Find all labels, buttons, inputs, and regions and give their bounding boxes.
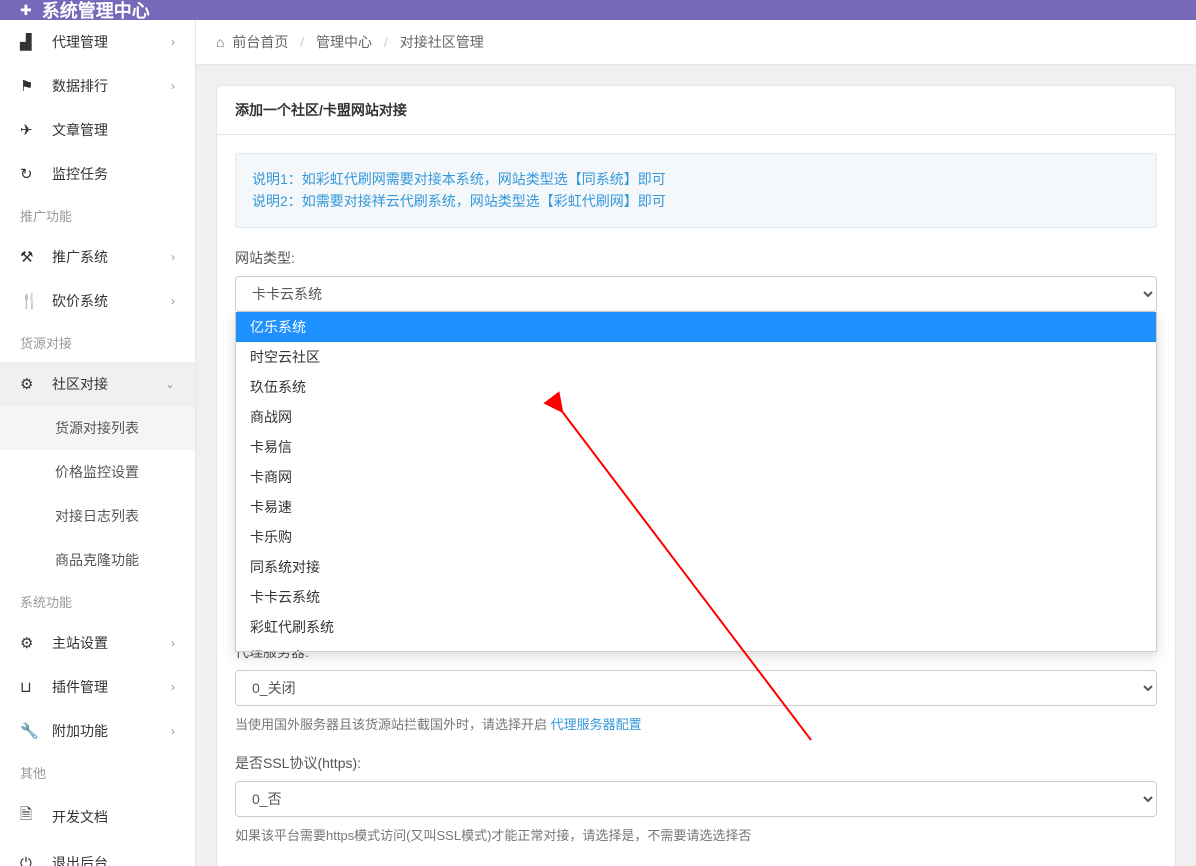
nav-label: 文章管理 (52, 120, 175, 140)
nav-label: 退出后台 (52, 853, 175, 866)
nav-item-推广功能-0[interactable]: ⚒ 推广系统 › (0, 235, 195, 279)
nav-label: 数据排行 (52, 76, 171, 96)
nav-item-系统功能-0[interactable]: ⚙ 主站设置 › (0, 621, 195, 665)
nav-item-系统功能-2[interactable]: 🔧 附加功能 › (0, 709, 195, 753)
chevron-right-icon: › (171, 35, 175, 49)
nav-section-title: 系统功能 (0, 582, 195, 621)
dropdown-option[interactable]: 卡卡云系统 (236, 582, 1156, 612)
nav-item-2[interactable]: ✈ 文章管理 (0, 108, 195, 152)
plane-icon: ✈ (20, 121, 40, 139)
dropdown-option[interactable]: 橙子平台 (236, 642, 1156, 652)
sitemap-icon: ▟ (20, 33, 40, 51)
chevron-icon: › (171, 250, 175, 264)
proxy-hint: 当使用国外服务器且该货源站拦截国外时，请选择开启 代理服务器配置 (235, 714, 1157, 733)
main-content: ⌂ 前台首页 / 管理中心 / 对接社区管理 添加一个社区/卡盟网站对接 说明1… (196, 20, 1196, 866)
form-panel: 添加一个社区/卡盟网站对接 说明1：如彩虹代刷网需要对接本系统，网站类型选【同系… (216, 85, 1176, 866)
ssl-hint: 如果该平台需要https模式访问(又叫SSL模式)才能正常对接，请选择是，不需要… (235, 825, 1157, 844)
nav-item-货源对接-0[interactable]: ⚙ 社区对接 ⌄ (0, 362, 195, 406)
dropdown-option[interactable]: 卡乐购 (236, 522, 1156, 552)
utensils-icon: 🍴 (20, 292, 40, 310)
nav-subitem[interactable]: 对接日志列表 (0, 494, 195, 538)
chevron-icon: ⌄ (165, 377, 175, 391)
sidebar: ▟ 代理管理 ›⚑ 数据排行 ›✈ 文章管理 ↻ 监控任务 推广功能⚒ 推广系统… (0, 20, 196, 866)
breadcrumb: ⌂ 前台首页 / 管理中心 / 对接社区管理 (196, 20, 1196, 65)
factory-icon: ⚒ (20, 248, 40, 266)
nav-item-系统功能-1[interactable]: ⊔ 插件管理 › (0, 665, 195, 709)
nav-label: 社区对接 (52, 374, 165, 394)
info-box: 说明1：如彩虹代刷网需要对接本系统，网站类型选【同系统】即可 说明2：如需要对接… (235, 153, 1157, 228)
dropdown-option[interactable]: 卡易信 (236, 432, 1156, 462)
dropdown-option[interactable]: 彩虹代刷系统 (236, 612, 1156, 642)
panel-title: 添加一个社区/卡盟网站对接 (217, 86, 1175, 135)
nav-item-1[interactable]: ⚑ 数据排行 › (0, 64, 195, 108)
power-icon: ⏻ (20, 855, 40, 866)
proxy-config-link[interactable]: 代理服务器配置 (551, 717, 642, 732)
nav-subitem[interactable]: 货源对接列表 (0, 406, 195, 450)
nav-item-其他-0[interactable]: 🗎 开发文档 (0, 792, 195, 841)
nav-section-title: 货源对接 (0, 323, 195, 362)
nav-label: 开发文档 (52, 807, 175, 827)
header: ✚ 系统管理中心 (0, 0, 1196, 20)
dropdown-option[interactable]: 卡商网 (236, 462, 1156, 492)
dropdown-option[interactable]: 商战网 (236, 402, 1156, 432)
nav-section-title: 其他 (0, 753, 195, 792)
nav-label: 监控任务 (52, 164, 175, 184)
dropdown-option[interactable]: 玖伍系统 (236, 372, 1156, 402)
breadcrumb-home[interactable]: 前台首页 (232, 34, 288, 50)
flag-icon: ⚑ (20, 77, 40, 95)
chevron-right-icon: › (171, 79, 175, 93)
file-icon: 🗎 (20, 804, 40, 829)
nav-item-推广功能-1[interactable]: 🍴 砍价系统 › (0, 279, 195, 323)
proxy-select[interactable]: 0_关闭 (235, 670, 1157, 706)
home-icon: ⌂ (216, 34, 224, 50)
dropdown-option[interactable]: 亿乐系统 (236, 312, 1156, 342)
nav-label: 代理管理 (52, 32, 171, 52)
nav-section-title: 推广功能 (0, 196, 195, 235)
gear-icon: ⚙ (20, 634, 40, 652)
wrench-icon: 🔧 (20, 722, 40, 740)
chevron-icon: › (171, 636, 175, 650)
header-logo-icon: ✚ (20, 2, 32, 19)
chevron-icon: › (171, 680, 175, 694)
nav-label: 主站设置 (52, 633, 171, 653)
nav-label: 附加功能 (52, 721, 171, 741)
info-line-1: 说明1：如彩虹代刷网需要对接本系统，网站类型选【同系统】即可 (252, 168, 1140, 190)
breadcrumb-mid[interactable]: 管理中心 (316, 34, 372, 50)
magnet-icon: ⊔ (20, 678, 40, 696)
nav-item-其他-1[interactable]: ⏻ 退出后台 (0, 841, 195, 866)
nav-label: 推广系统 (52, 247, 171, 267)
refresh-icon: ↻ (20, 165, 40, 183)
dropdown-option[interactable]: 同系统对接 (236, 552, 1156, 582)
chevron-icon: › (171, 724, 175, 738)
site-type-select[interactable]: 卡卡云系统 (235, 276, 1157, 312)
ssl-label: 是否SSL协议(https): (235, 753, 1157, 773)
nav-subitem[interactable]: 价格监控设置 (0, 450, 195, 494)
dropdown-option[interactable]: 卡易速 (236, 492, 1156, 522)
nav-label: 插件管理 (52, 677, 171, 697)
site-type-label: 网站类型: (235, 248, 1157, 268)
nav-item-3[interactable]: ↻ 监控任务 (0, 152, 195, 196)
chevron-icon: › (171, 294, 175, 308)
ssl-select[interactable]: 0_否 (235, 781, 1157, 817)
nav-subitem[interactable]: 商品克隆功能 (0, 538, 195, 582)
info-line-2: 说明2：如需要对接祥云代刷系统，网站类型选【彩虹代刷网】即可 (252, 190, 1140, 212)
site-type-dropdown: 亿乐系统时空云社区玖伍系统商战网卡易信卡商网卡易速卡乐购同系统对接卡卡云系统彩虹… (235, 312, 1157, 652)
nav-item-0[interactable]: ▟ 代理管理 › (0, 20, 195, 64)
cogs-icon: ⚙ (20, 375, 40, 393)
dropdown-option[interactable]: 时空云社区 (236, 342, 1156, 372)
breadcrumb-current: 对接社区管理 (400, 34, 484, 50)
nav-label: 砍价系统 (52, 291, 171, 311)
